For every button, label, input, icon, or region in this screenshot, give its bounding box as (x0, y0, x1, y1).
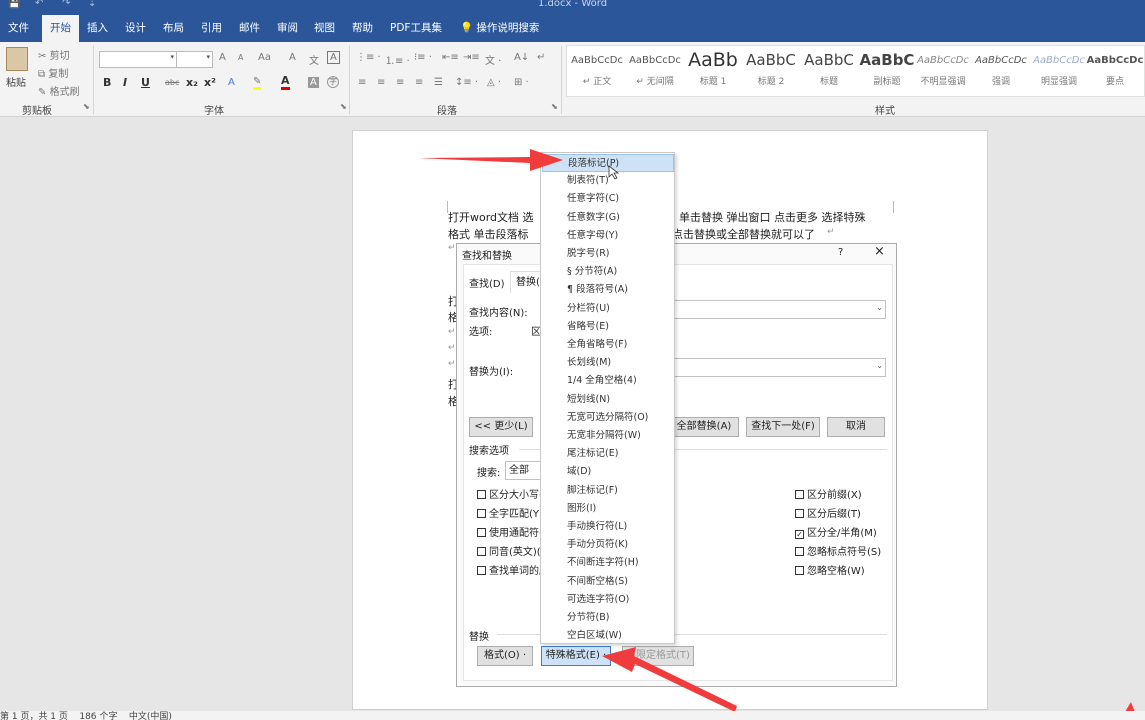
status-text: 第 1 页，共 1 页 186 个字 中文(中国) (0, 712, 172, 720)
annotation-overlay (418, 149, 1138, 720)
cursor-icon (608, 165, 620, 180)
arrow-annotation (418, 149, 563, 171)
status-bar: 第 1 页，共 1 页 186 个字 中文(中国) (0, 711, 1145, 720)
arrow-annotation (602, 647, 737, 712)
